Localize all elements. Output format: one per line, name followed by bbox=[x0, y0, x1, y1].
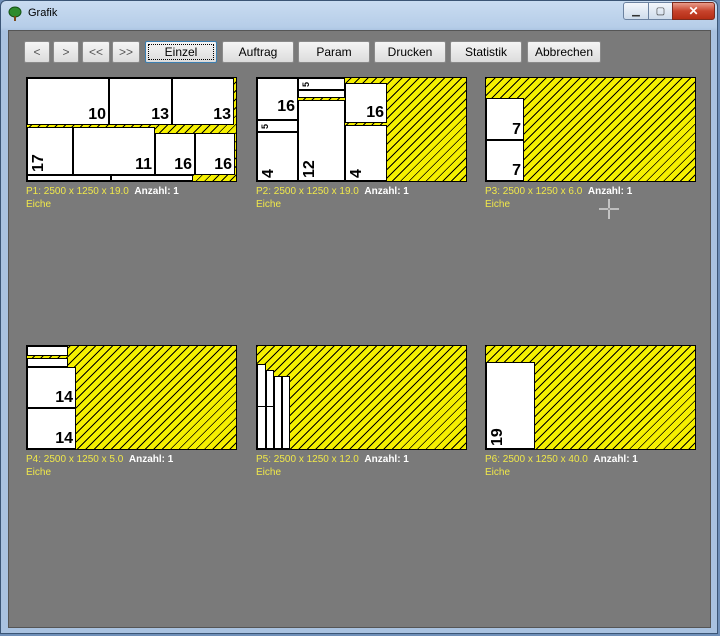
part[interactable] bbox=[27, 358, 68, 367]
statistik-button[interactable]: Statistik bbox=[450, 41, 522, 63]
part-number: 5 bbox=[301, 81, 311, 87]
param-button[interactable]: Param bbox=[298, 41, 370, 63]
panel-count: Anzahl: 1 bbox=[128, 454, 174, 465]
panel-caption: P4: 2500 x 1250 x 5.0 Anzahl: 1 Eiche bbox=[26, 453, 173, 479]
part-number: 16 bbox=[277, 98, 295, 115]
part[interactable]: 7 bbox=[486, 140, 524, 181]
panel-p5[interactable] bbox=[256, 345, 467, 450]
panel-caption: P6: 2500 x 1250 x 40.0 Anzahl: 1 Eiche bbox=[485, 453, 638, 479]
tree-icon bbox=[8, 6, 22, 21]
panel-dimensions: P6: 2500 x 1250 x 40.0 bbox=[485, 454, 588, 465]
panel-dimensions: P1: 2500 x 1250 x 19.0 bbox=[26, 186, 129, 197]
prev-button[interactable]: < bbox=[24, 41, 50, 63]
part[interactable]: 5 bbox=[257, 120, 298, 132]
minimize-button[interactable]: ▁ bbox=[623, 2, 649, 20]
part[interactable]: 13 bbox=[109, 78, 172, 125]
crosshair-cursor-icon bbox=[599, 199, 619, 219]
part[interactable]: 17 bbox=[27, 127, 73, 175]
part-number: 4 bbox=[260, 169, 277, 178]
part[interactable] bbox=[111, 175, 193, 181]
part[interactable] bbox=[298, 90, 345, 98]
part-number: 13 bbox=[213, 106, 231, 123]
part-number: 11 bbox=[135, 156, 152, 173]
part[interactable]: 16 bbox=[345, 83, 387, 123]
part-number: 19 bbox=[489, 428, 506, 446]
part[interactable]: 16 bbox=[257, 78, 298, 120]
panel-dimensions: P2: 2500 x 1250 x 19.0 bbox=[256, 186, 359, 197]
panel-caption: P1: 2500 x 1250 x 19.0 Anzahl: 1 Eiche bbox=[26, 185, 179, 211]
panel-material: Eiche bbox=[26, 199, 52, 210]
panel-count: Anzahl: 1 bbox=[134, 186, 179, 197]
title-bar[interactable]: Grafik ▁ ▢ ✕ bbox=[1, 1, 717, 27]
part-number: 16 bbox=[366, 104, 384, 121]
part[interactable]: 16 bbox=[195, 133, 235, 175]
panel-p3[interactable]: 7 7 bbox=[485, 77, 696, 182]
last-button[interactable]: >> bbox=[112, 41, 140, 63]
panel-dimensions: P4: 2500 x 1250 x 5.0 bbox=[26, 454, 124, 465]
panel-caption: P2: 2500 x 1250 x 19.0 Anzahl: 1 Eiche bbox=[256, 185, 409, 211]
part[interactable]: 14 bbox=[27, 367, 76, 408]
part-number: 16 bbox=[214, 156, 232, 173]
part-number: 12 bbox=[301, 160, 318, 178]
panel-p2[interactable]: 16 5 5 16 4 12 4 bbox=[256, 77, 467, 182]
panel-material: Eiche bbox=[256, 467, 282, 478]
part[interactable]: 14 bbox=[27, 408, 76, 449]
panel-material: Eiche bbox=[26, 467, 52, 478]
close-button[interactable]: ✕ bbox=[672, 2, 715, 20]
panel-count: Anzahl: 1 bbox=[593, 454, 638, 465]
part[interactable] bbox=[274, 376, 282, 449]
panel-material: Eiche bbox=[256, 199, 282, 210]
part[interactable] bbox=[257, 406, 274, 449]
part[interactable] bbox=[27, 346, 68, 356]
part[interactable]: 19 bbox=[486, 362, 535, 449]
maximize-icon: ▢ bbox=[655, 5, 666, 17]
panel-p4[interactable]: 14 14 bbox=[26, 345, 237, 450]
part[interactable]: 5 bbox=[298, 78, 345, 90]
auftrag-button[interactable]: Auftrag bbox=[222, 41, 294, 63]
next-button[interactable]: > bbox=[53, 41, 79, 63]
part-number: 7 bbox=[512, 121, 521, 138]
part[interactable] bbox=[27, 175, 111, 181]
part-number: 7 bbox=[512, 162, 521, 179]
maximize-button[interactable]: ▢ bbox=[648, 2, 673, 20]
part[interactable]: 7 bbox=[486, 98, 524, 140]
abbrechen-button[interactable]: Abbrechen bbox=[527, 41, 601, 63]
einzel-button[interactable]: Einzel bbox=[145, 41, 217, 63]
part-number: 14 bbox=[55, 430, 73, 447]
panel-count: Anzahl: 1 bbox=[587, 186, 633, 197]
part[interactable]: 12 bbox=[298, 100, 345, 181]
part[interactable]: 4 bbox=[257, 132, 298, 181]
panel-material: Eiche bbox=[485, 467, 511, 478]
drucken-button[interactable]: Drucken bbox=[374, 41, 446, 63]
panel-count: Anzahl: 1 bbox=[364, 186, 409, 197]
minimize-icon: ▁ bbox=[632, 5, 640, 17]
panel-count: Anzahl: 1 bbox=[364, 454, 409, 465]
panel-dimensions: P3: 2500 x 1250 x 6.0 bbox=[485, 186, 583, 197]
panel-material: Eiche bbox=[485, 199, 511, 210]
part-number: 16 bbox=[174, 156, 192, 173]
window-title: Grafik bbox=[28, 7, 58, 19]
part-number: 5 bbox=[260, 123, 270, 129]
part[interactable] bbox=[282, 376, 290, 449]
close-icon: ✕ bbox=[688, 4, 699, 18]
part-number: 14 bbox=[55, 389, 73, 406]
part-number: 10 bbox=[88, 106, 106, 123]
part-number: 13 bbox=[151, 106, 169, 123]
part[interactable]: 10 bbox=[27, 78, 109, 125]
part-number: 4 bbox=[348, 169, 365, 178]
part[interactable]: 4 bbox=[345, 125, 387, 181]
part[interactable]: 11 bbox=[73, 127, 155, 175]
first-button[interactable]: << bbox=[82, 41, 110, 63]
panel-p6[interactable]: 19 bbox=[485, 345, 696, 450]
panel-p1[interactable]: 10 13 13 17 11 16 16 bbox=[26, 77, 237, 182]
part[interactable]: 16 bbox=[155, 133, 195, 175]
part-number: 17 bbox=[30, 154, 47, 172]
grafik-window: Grafik ▁ ▢ ✕ < > << >> Einzel Auftrag Pa… bbox=[0, 0, 718, 634]
part[interactable]: 13 bbox=[172, 78, 234, 125]
panel-caption: P5: 2500 x 1250 x 12.0 Anzahl: 1 Eiche bbox=[256, 453, 409, 479]
graphics-area: < > << >> Einzel Auftrag Param Drucken S… bbox=[8, 30, 711, 628]
panel-dimensions: P5: 2500 x 1250 x 12.0 bbox=[256, 454, 359, 465]
